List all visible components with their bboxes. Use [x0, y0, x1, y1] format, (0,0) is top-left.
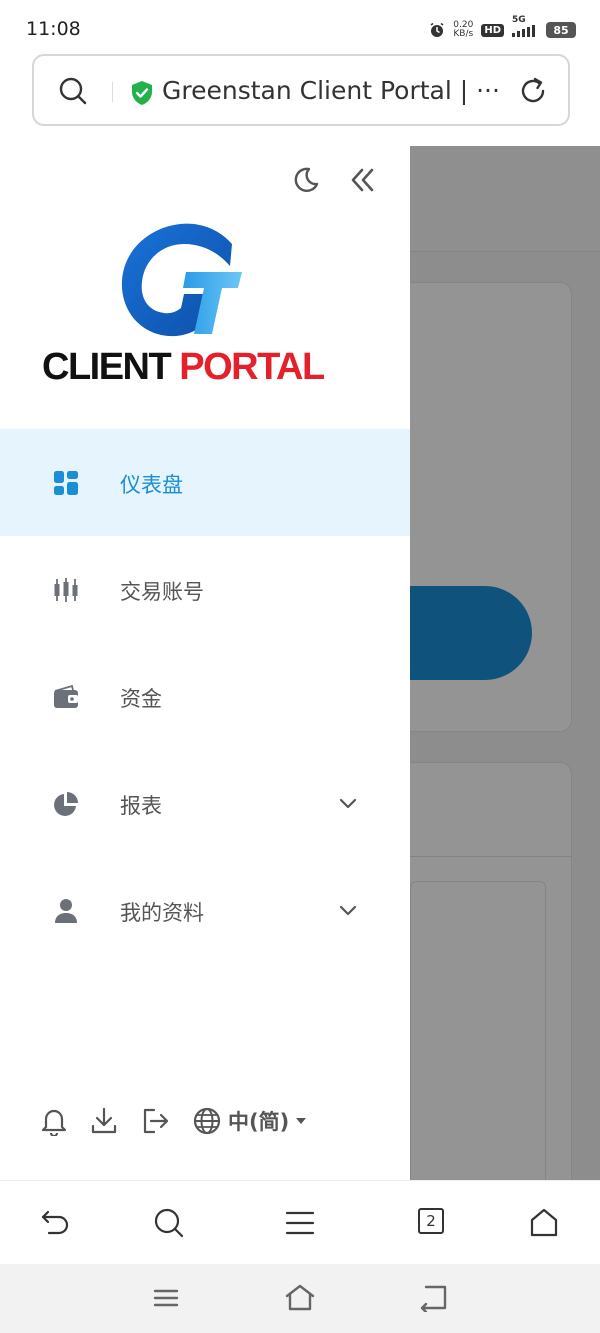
hd-badge: HD — [481, 23, 504, 37]
network-speed: 0.20 KB/s — [453, 21, 473, 39]
alarm-icon — [430, 22, 444, 37]
drawer-footer: 中(简) — [40, 1106, 307, 1136]
status-time: 11:08 — [26, 18, 81, 40]
wallet-icon — [54, 684, 78, 708]
reload-icon[interactable] — [518, 76, 548, 106]
tabs-button[interactable]: 2 — [418, 1208, 444, 1234]
search-icon[interactable] — [58, 76, 88, 106]
dark-mode-moon-icon[interactable] — [292, 166, 320, 194]
sidebar-item-trading-accounts[interactable]: 交易账号 — [0, 536, 410, 643]
home-icon[interactable] — [528, 1207, 560, 1239]
address-bar[interactable]: Greenstan Client Portal | ··· — [32, 54, 570, 126]
sidebar-item-label: 报表 — [120, 794, 162, 818]
sidebar-item-label: 资金 — [120, 687, 162, 711]
home-icon[interactable] — [284, 1284, 316, 1312]
chevron-down-icon[interactable] — [338, 901, 358, 921]
back-icon[interactable] — [40, 1207, 72, 1239]
client-portal-logo: CLIENT PORTAL — [42, 222, 325, 392]
dashboard-icon — [54, 471, 78, 495]
language-label: 中(简) — [228, 1110, 290, 1134]
sidebar-menu: 仪表盘 交易账号 资金 报表 我的资料 — [0, 429, 410, 964]
sidebar-item-dashboard[interactable]: 仪表盘 — [0, 429, 410, 536]
page-title[interactable]: Greenstan Client Portal | ··· — [162, 76, 500, 105]
status-icons: 0.20 KB/s HD 5G 85 — [429, 15, 576, 42]
menu-icon[interactable] — [284, 1207, 316, 1239]
recent-apps-icon[interactable] — [152, 1284, 180, 1312]
language-selector[interactable]: 中(简) — [192, 1106, 307, 1136]
search-icon[interactable] — [153, 1207, 185, 1239]
back-icon[interactable] — [418, 1284, 448, 1312]
chevron-down-icon[interactable] — [338, 794, 358, 814]
collapse-sidebar-icon[interactable] — [348, 166, 376, 194]
drawer-top-icons — [292, 166, 376, 194]
user-icon — [55, 899, 77, 923]
logo-client-text: CLIENT — [42, 346, 172, 388]
system-navigation-bar — [0, 1264, 600, 1333]
network-type: 5G — [512, 15, 526, 25]
network-speed-unit: KB/s — [453, 29, 474, 39]
pie-chart-icon — [54, 792, 78, 816]
sidebar-item-funds[interactable]: 资金 — [0, 643, 410, 750]
secure-shield-icon — [132, 81, 152, 105]
logout-icon[interactable] — [140, 1106, 170, 1136]
caret-down-icon — [296, 1118, 307, 1124]
browser-toolbar — [0, 1180, 600, 1264]
address-divider — [112, 82, 113, 102]
sidebar-item-reports[interactable]: 报表 — [0, 750, 410, 857]
sidebar-item-label: 我的资料 — [120, 901, 204, 925]
status-bar: 11:08 0.20 KB/s HD 5G 85 — [0, 0, 600, 48]
bell-icon[interactable] — [40, 1106, 68, 1136]
logo-portal-text: PORTAL — [179, 346, 325, 388]
signal-icon: 5G — [512, 15, 538, 37]
sidebar-item-my-profile[interactable]: 我的资料 — [0, 857, 410, 964]
logo-wordmark: CLIENT PORTAL — [42, 346, 325, 389]
candlestick-icon — [54, 578, 78, 602]
sidebar-drawer: CLIENT PORTAL 仪表盘 交易账号 资金 报表 我的资料 中(简) — [0, 146, 410, 1180]
sidebar-item-label: 交易账号 — [120, 580, 204, 604]
sidebar-item-label: 仪表盘 — [120, 473, 183, 497]
battery-icon: 85 — [546, 22, 576, 38]
globe-icon — [193, 1107, 221, 1135]
gt-logo-icon — [121, 223, 242, 337]
download-icon[interactable] — [90, 1106, 118, 1136]
